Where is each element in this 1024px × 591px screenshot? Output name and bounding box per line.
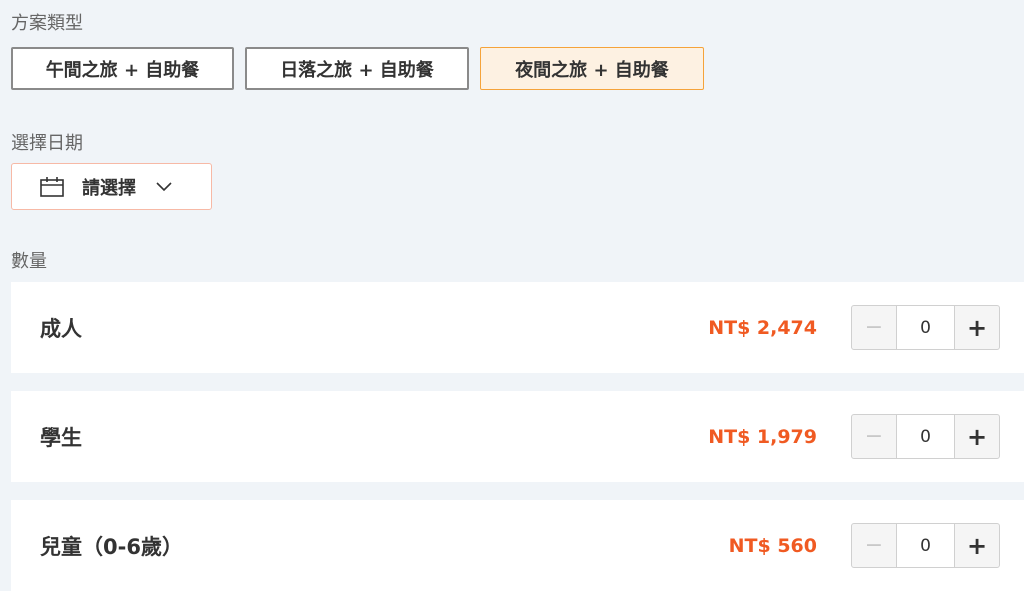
chevron-down-icon: [156, 181, 172, 191]
plan-option-label: 夜間之旅 + 自助餐: [515, 59, 669, 81]
ticket-price: NT$ 2,474: [708, 316, 817, 339]
quantity-stepper: − 0 +: [851, 414, 1000, 459]
plan-option-label: 日落之旅 + 自助餐: [280, 59, 434, 81]
increment-button[interactable]: +: [955, 524, 999, 567]
quantity-value[interactable]: 0: [896, 415, 955, 458]
increment-button[interactable]: +: [955, 306, 999, 349]
plan-option-noon[interactable]: 午間之旅 + 自助餐: [11, 47, 234, 90]
decrement-button[interactable]: −: [852, 306, 896, 349]
date-label: 選擇日期: [11, 133, 83, 154]
calendar-icon: [40, 176, 64, 197]
date-picker-button[interactable]: 請選擇: [11, 163, 212, 210]
decrement-button[interactable]: −: [852, 415, 896, 458]
ticket-name: 兒童（0-6歲）: [40, 534, 183, 559]
quantity-stepper: − 0 +: [851, 523, 1000, 568]
ticket-price: NT$ 1,979: [708, 425, 817, 448]
decrement-button[interactable]: −: [852, 524, 896, 567]
ticket-row-child: 兒童（0-6歲） NT$ 560 − 0 +: [11, 500, 1024, 591]
plan-type-label: 方案類型: [11, 13, 83, 34]
plan-option-sunset[interactable]: 日落之旅 + 自助餐: [245, 47, 469, 90]
increment-button[interactable]: +: [955, 415, 999, 458]
quantity-value[interactable]: 0: [896, 524, 955, 567]
ticket-name: 成人: [40, 316, 82, 341]
ticket-row-student: 學生 NT$ 1,979 − 0 +: [11, 391, 1024, 482]
date-placeholder: 請選擇: [82, 177, 136, 199]
ticket-row-adult: 成人 NT$ 2,474 − 0 +: [11, 282, 1024, 373]
quantity-value[interactable]: 0: [896, 306, 955, 349]
plan-option-label: 午間之旅 + 自助餐: [45, 59, 200, 81]
ticket-price: NT$ 560: [728, 534, 817, 557]
quantity-label: 數量: [11, 251, 47, 272]
ticket-name: 學生: [40, 425, 82, 450]
plan-option-night[interactable]: 夜間之旅 + 自助餐: [480, 47, 704, 90]
quantity-stepper: − 0 +: [851, 305, 1000, 350]
